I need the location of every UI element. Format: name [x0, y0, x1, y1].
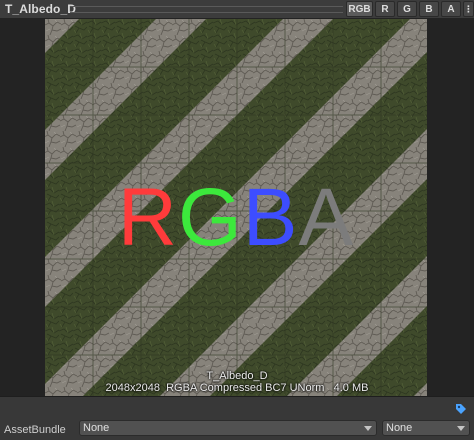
channel-a-button[interactable]: A	[441, 1, 461, 17]
asset-bundle-bar: AssetBundle None None	[0, 396, 474, 440]
texture-info: T_Albedo_D 2048x2048 RGBA Compressed BC7…	[0, 370, 474, 394]
asset-bundle-name-value: None	[83, 422, 110, 434]
channel-r-button[interactable]: R	[375, 1, 395, 17]
channel-overlay-text: RGBA	[45, 177, 427, 259]
asset-bundle-label: AssetBundle	[4, 424, 66, 436]
more-options-icon[interactable]: ⋮	[463, 1, 474, 17]
overlay-letter-g: G	[178, 172, 243, 263]
drag-handle[interactable]	[70, 6, 343, 13]
preview-header: T_Albedo_D RGB R G B A ⋮	[0, 0, 474, 19]
tag-icon[interactable]	[454, 402, 468, 416]
asset-bundle-name-dropdown[interactable]: None	[79, 420, 377, 436]
chevron-down-icon	[364, 426, 372, 431]
channel-rgb-button[interactable]: RGB	[346, 1, 373, 17]
texture-preview: RGBA	[45, 19, 427, 396]
channel-g-button[interactable]: G	[397, 1, 417, 17]
channel-b-button[interactable]: B	[419, 1, 439, 17]
overlay-letter-b: B	[242, 172, 299, 263]
overlay-letter-a: A	[298, 172, 355, 263]
texture-format-label: 2048x2048 RGBA Compressed BC7 UNorm 4.0 …	[105, 382, 369, 394]
asset-bundle-variant-dropdown[interactable]: None	[382, 420, 470, 436]
asset-bundle-variant-value: None	[386, 422, 413, 434]
overlay-letter-r: R	[117, 172, 178, 263]
chevron-down-icon	[457, 426, 465, 431]
texture-name-label: T_Albedo_D	[206, 370, 268, 382]
texture-title: T_Albedo_D	[5, 2, 77, 16]
